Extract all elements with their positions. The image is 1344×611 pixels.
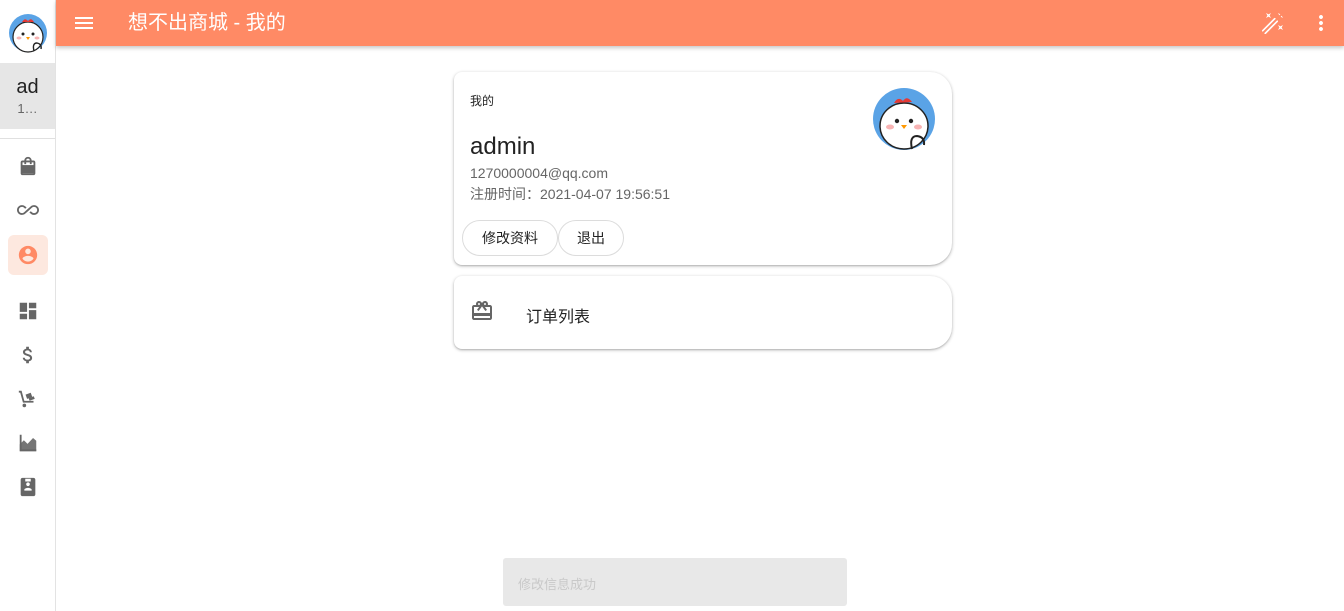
nav-rail: ad 1… [0, 0, 56, 611]
hand-truck-icon [18, 390, 35, 408]
shopping-bag-icon [20, 156, 36, 176]
gift-icon [472, 301, 492, 320]
user-email: 1270000004@qq.com [470, 165, 608, 181]
account-circle-icon [18, 245, 38, 265]
contact-book-icon [20, 477, 36, 497]
user-avatar [873, 88, 935, 150]
nav-item-infinity[interactable] [8, 190, 48, 230]
nav-item-contacts[interactable] [8, 467, 48, 507]
logout-button[interactable]: 退出 [558, 220, 624, 256]
rail-user-name: ad [16, 76, 39, 98]
snackbar-message: 修改信息成功 [518, 577, 597, 592]
nav-item-money[interactable] [8, 335, 48, 375]
profile-card: 我的 admin 1270000004@qq.com 注册时间：2021-04-… [454, 72, 952, 265]
infinity-icon [17, 205, 39, 215]
theme-toggle-button[interactable] [1261, 11, 1285, 35]
app-logo-avatar[interactable] [8, 13, 48, 53]
nav-item-shop[interactable] [8, 146, 48, 186]
rail-user-sub: 1… [17, 101, 38, 116]
more-vert-icon [1319, 15, 1323, 31]
app-bar: 想不出商城 - 我的 [56, 0, 1344, 46]
more-options-button[interactable] [1309, 11, 1333, 35]
gift-icon-wrap [470, 299, 494, 323]
rail-divider [0, 138, 55, 139]
snackbar: 修改信息成功 [503, 558, 847, 606]
dollar-icon [22, 346, 33, 364]
nav-item-mine[interactable] [8, 235, 48, 275]
registration-time: 注册时间：2021-04-07 19:56:51 [470, 186, 670, 202]
card-overline: 我的 [470, 94, 495, 108]
nav-item-dashboard[interactable] [8, 291, 48, 331]
magic-wand-off-icon [1261, 12, 1284, 35]
rail-user-chip[interactable]: ad 1… [0, 63, 55, 129]
menu-icon[interactable] [72, 11, 96, 35]
area-chart-icon [19, 434, 37, 452]
dashboard-icon [19, 302, 37, 320]
nav-item-logistics[interactable] [8, 379, 48, 419]
user-name: admin [470, 133, 536, 160]
page-title: 想不出商城 - 我的 [128, 12, 286, 34]
nav-item-stats[interactable] [8, 423, 48, 463]
order-list-item[interactable]: 订单列表 [454, 276, 952, 349]
order-list-label: 订单列表 [526, 309, 591, 326]
edit-profile-button[interactable]: 修改资料 [462, 220, 558, 256]
